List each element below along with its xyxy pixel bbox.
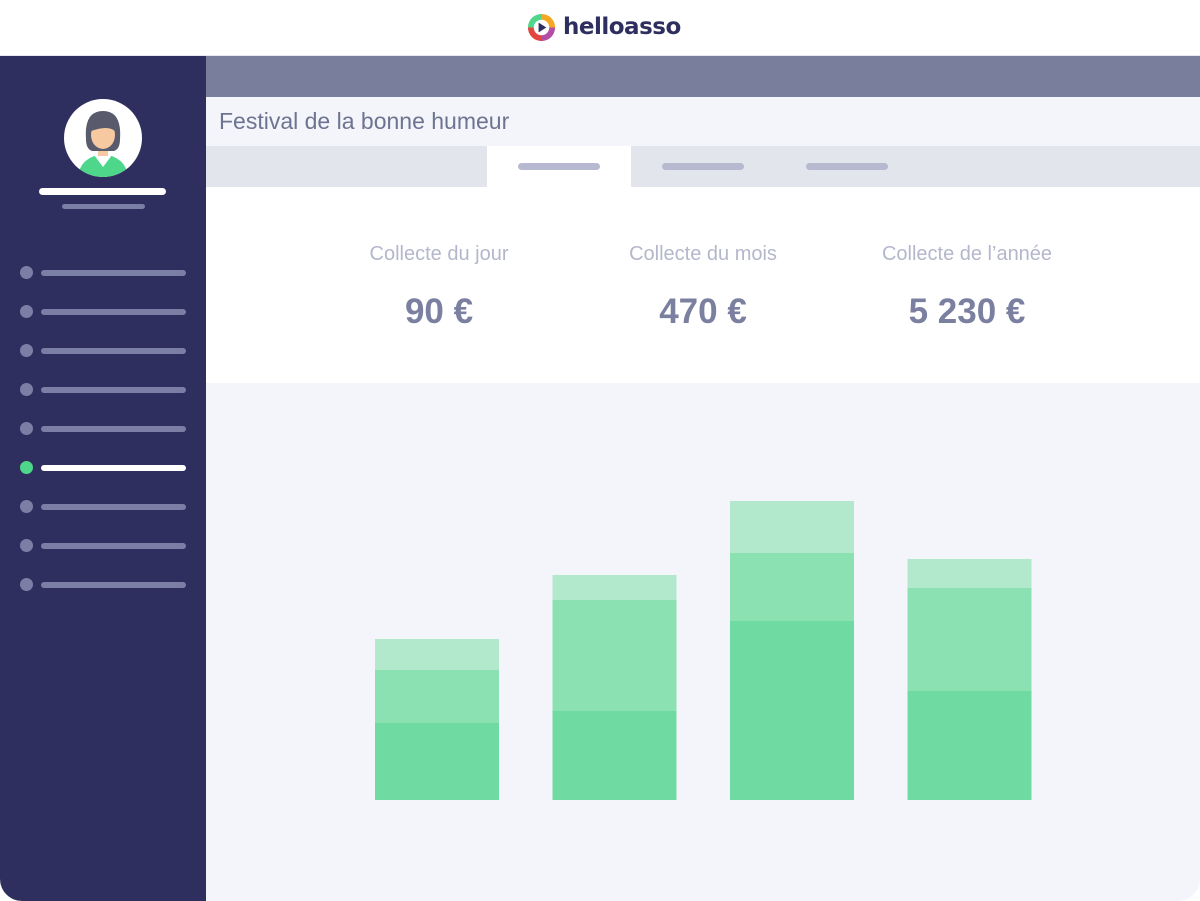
stats-panel: Collecte du jour 90 € Collecte du mois 4… [206,187,1200,383]
user-avatar-icon[interactable] [64,99,142,177]
nav-label-placeholder [41,543,186,549]
nav-label-placeholder [41,465,186,471]
nav-label-placeholder [41,504,186,510]
nav-label-placeholder [41,387,186,393]
main-header-strip [206,56,1200,97]
stat-label: Collecte du jour [369,243,509,265]
nav-label-placeholder [41,309,186,315]
nav-label-placeholder [41,426,186,432]
nav-dot-icon [20,383,33,396]
nav-dot-icon [20,500,33,513]
nav-dot-icon [20,266,33,279]
bar-1-segment-3 [375,639,499,670]
sidebar-nav-item[interactable] [20,266,186,279]
brand-name: helloasso [563,14,681,40]
nav-label-placeholder [41,270,186,276]
tab-label-placeholder [806,163,888,170]
tab-label-placeholder [662,163,744,170]
bar-4-segment-2 [907,588,1032,691]
nav-dot-icon [20,578,33,591]
nav-dot-icon [20,305,33,318]
tab-bar [206,146,1200,187]
tab-label-placeholder [518,163,600,170]
tab-1[interactable] [487,146,631,187]
stat-value: 470 € [659,292,747,331]
nav-dot-icon [20,539,33,552]
sidebar-nav-item[interactable] [20,578,186,591]
bar-2-segment-1 [552,711,677,800]
sidebar-nav-item[interactable] [20,539,186,552]
helloasso-logo-icon [527,13,556,41]
bar-4-segment-1 [907,691,1032,800]
brand-logo[interactable]: helloasso [526,10,681,44]
chart-area [206,383,1200,901]
sidebar-nav-item[interactable] [20,500,186,513]
sidebar-nav-item-active[interactable] [20,461,186,474]
stat-value: 5 230 € [908,292,1026,331]
stat-label: Collecte de l’année [881,243,1053,265]
bar-4-segment-3 [907,559,1032,588]
bar-3-segment-1 [730,621,854,800]
sidebar-nav-item[interactable] [20,305,186,318]
nav-dot-icon [20,344,33,357]
sidebar [0,56,206,901]
title-row: Festival de la bonne humeur [206,97,1200,146]
tab-2[interactable] [631,146,775,187]
nav-label-placeholder [41,582,186,588]
sidebar-nav-item[interactable] [20,344,186,357]
sidebar-nav-item[interactable] [20,422,186,435]
stat-value: 90 € [404,292,474,331]
user-role-placeholder [62,204,145,209]
top-header: helloasso [0,0,1200,56]
page-title: Festival de la bonne humeur [219,108,510,134]
nav-dot-icon [20,422,33,435]
bar-1-segment-2 [375,670,499,723]
user-name-placeholder [39,188,166,195]
bar-3-segment-3 [730,501,854,553]
nav-label-placeholder [41,348,186,354]
bar-3-segment-2 [730,553,854,621]
stat-label: Collecte du mois [629,243,777,265]
nav-dot-icon [20,461,33,474]
sidebar-nav-item[interactable] [20,383,186,396]
bar-2-segment-2 [552,600,677,711]
tab-3[interactable] [775,146,919,187]
bar-1-segment-1 [375,723,499,800]
bar-2-segment-3 [552,575,677,600]
stacked-bar-chart [375,501,1032,800]
